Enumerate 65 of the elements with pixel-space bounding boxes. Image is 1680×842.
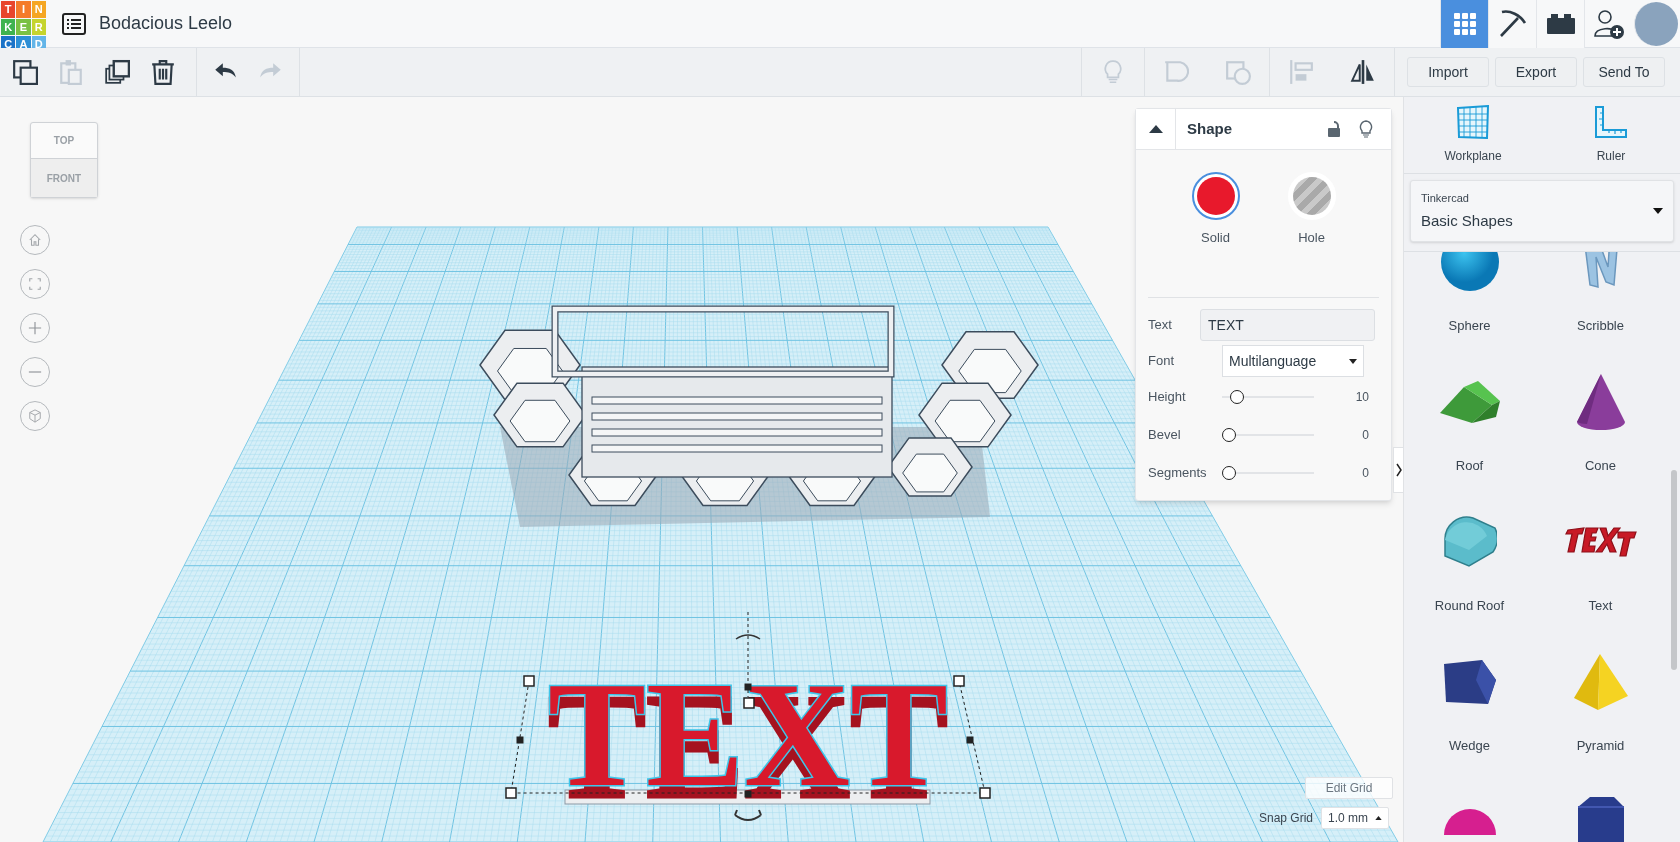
shape-item[interactable]: Pyramid <box>1535 634 1666 774</box>
field-label: Text <box>1148 316 1173 335</box>
design-list-icon[interactable] <box>62 12 86 35</box>
toolbar-button[interactable]: Send To <box>1583 57 1665 87</box>
shape-library-dropdown[interactable]: Tinkercad Basic Shapes <box>1410 180 1674 242</box>
snap-grid-label: Snap Grid <box>1259 810 1314 827</box>
shape-item[interactable]: Sphere <box>1404 252 1535 354</box>
pickaxe-icon[interactable] <box>1488 0 1536 48</box>
bricks-icon[interactable] <box>1536 0 1584 48</box>
slider-label: Height <box>1148 388 1187 407</box>
slider-value: 0 <box>1361 427 1370 444</box>
edit-grid-button[interactable]: Edit Grid <box>1305 777 1393 799</box>
design-title[interactable]: Bodacious Leelo <box>99 10 233 37</box>
font-dropdown[interactable]: Multilanguage <box>1222 345 1364 377</box>
toolbar-button[interactable]: Export <box>1495 57 1577 87</box>
field-label: Font <box>1148 352 1175 371</box>
duplicate-icon[interactable] <box>104 59 130 85</box>
ruler-icon <box>1594 105 1628 139</box>
shape-item[interactable]: Text <box>1535 494 1666 634</box>
roof-icon <box>1437 379 1502 425</box>
snap-grid-dropdown[interactable]: 1.0 mm <box>1321 807 1390 829</box>
wedge-icon <box>1441 658 1498 706</box>
slider-value: 0 <box>1361 465 1370 482</box>
slider-thumb[interactable] <box>1222 466 1236 480</box>
workplane-tool-button[interactable]: Workplane <box>1404 97 1542 173</box>
tinkercad-logo[interactable]: T I N K E R C A D <box>1 1 46 46</box>
pyramid-icon <box>1571 652 1630 712</box>
slider-track[interactable] <box>1222 466 1314 480</box>
dome-icon <box>1441 807 1498 837</box>
shape-item[interactable]: Round Roof <box>1404 494 1535 634</box>
shape-item[interactable]: Wedge <box>1404 634 1535 774</box>
text-object[interactable]: TEXT <box>548 651 957 817</box>
text-input-field[interactable]: TEXT <box>1200 309 1375 341</box>
cone-icon <box>1574 372 1627 432</box>
chevron-right-icon <box>1396 463 1402 477</box>
unlock-icon[interactable] <box>1327 120 1341 138</box>
copy-icon[interactable] <box>12 59 38 85</box>
slider-track[interactable] <box>1222 390 1314 404</box>
selection-handles-drawing[interactable] <box>505 611 991 821</box>
base-bar[interactable] <box>564 789 931 805</box>
round-roof-icon <box>1442 516 1497 568</box>
caret-down-icon <box>1653 208 1663 214</box>
toolbar-button[interactable]: Import <box>1407 57 1489 87</box>
ruler-tool-button[interactable]: Ruler <box>1542 97 1680 173</box>
slider-thumb[interactable] <box>1229 390 1244 404</box>
mirror-icon[interactable] <box>1350 59 1376 85</box>
caret-up-icon <box>1375 816 1383 820</box>
expand-panel-tab[interactable] <box>1393 447 1403 493</box>
panel-title: Shape <box>1187 118 1232 139</box>
trash-icon[interactable] <box>150 59 176 85</box>
scrollbar[interactable] <box>1671 470 1677 670</box>
shape-item[interactable]: Scribble <box>1535 252 1666 354</box>
shape-item[interactable]: Roof <box>1404 354 1535 494</box>
slider-value: 10 <box>1354 389 1370 406</box>
slider-track[interactable] <box>1222 428 1314 442</box>
slider-thumb[interactable] <box>1222 428 1236 442</box>
hexagonal-prism-icon <box>1575 795 1626 842</box>
caret-down-icon <box>1349 358 1357 364</box>
extruded-letters-icon <box>1563 526 1638 558</box>
hexagon-frame-model-drawing[interactable] <box>479 305 1039 527</box>
lightbulb-icon[interactable] <box>1359 120 1373 138</box>
shape-item[interactable]: Cone <box>1535 354 1666 494</box>
slider-label: Segments <box>1148 464 1208 483</box>
workplane-icon <box>1456 105 1490 139</box>
slider-label: Bevel <box>1148 426 1182 445</box>
